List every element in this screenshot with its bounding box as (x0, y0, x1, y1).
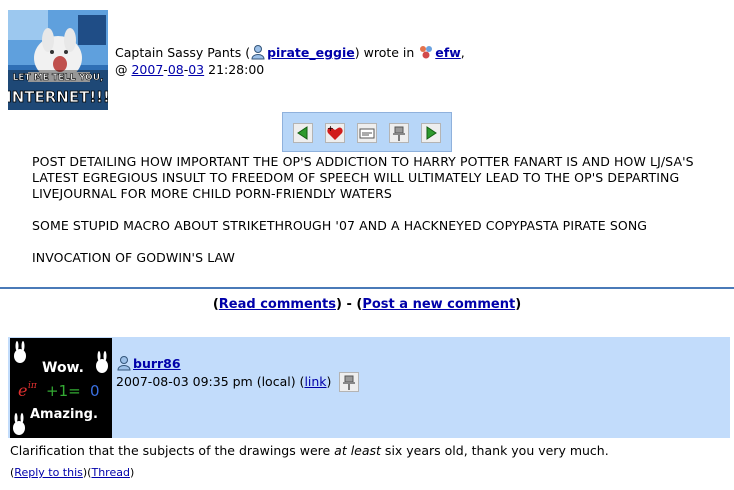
track-comment-button[interactable] (339, 372, 360, 392)
comment-permalink[interactable]: link (304, 374, 326, 389)
read-comments-link[interactable]: Read comments (219, 297, 336, 312)
comment-username-link[interactable]: burr86 (133, 356, 181, 371)
post-comment-link[interactable]: Post a new comment (362, 297, 515, 312)
entry-toolbar: + (282, 112, 452, 152)
add-to-memories-button[interactable]: + (325, 123, 345, 143)
reply-link[interactable]: Reply to this (14, 466, 83, 479)
heart-plus-icon: + (327, 124, 343, 140)
community-icon[interactable] (418, 44, 434, 60)
tell-a-friend-button[interactable] (357, 123, 377, 143)
user-icon[interactable] (250, 44, 266, 60)
comment-author: burr86 (116, 355, 181, 371)
date-day-link[interactable]: 03 (188, 62, 204, 77)
post-paragraph: INVOCATION OF GODWIN'S LAW (32, 250, 235, 265)
separator-line (0, 287, 734, 289)
community-link[interactable]: efw (435, 45, 460, 60)
entry-date: @ 2007-08-03 21:28:00 (115, 62, 265, 77)
svg-text:iπ: iπ (28, 381, 38, 391)
svg-text:+: + (327, 124, 334, 133)
svg-text:e: e (18, 381, 27, 400)
pushpin-icon (393, 126, 405, 141)
entry-time: 21:28:00 (204, 62, 265, 77)
poster-name: Captain Sassy Pants (115, 45, 242, 60)
date-month-link[interactable]: 08 (168, 62, 184, 77)
previous-entry-button[interactable] (293, 123, 313, 143)
entry-userpic: LET ME TELL YOU, INTERNET!!! (8, 10, 108, 110)
post-paragraph: SOME STUPID MACRO ABOUT STRIKETHROUGH '0… (32, 218, 648, 233)
svg-text:0: 0 (90, 382, 100, 400)
date-year-link[interactable]: 2007 (131, 62, 163, 77)
envelope-icon (359, 128, 375, 139)
comment-actions: (Reply to this)(Thread) (10, 466, 135, 479)
track-button[interactable] (389, 123, 409, 143)
thread-link[interactable]: Thread (91, 466, 129, 479)
comment-date: 2007-08-03 09:35 pm (local) (link) (116, 372, 360, 392)
svg-text:+1=: +1= (46, 382, 81, 400)
comment-links: (Read comments) - (Post a new comment) (212, 297, 522, 312)
post-body: POST DETAILING HOW IMPORTANT THE OP'S AD… (32, 154, 722, 282)
userpic-amazing: Amazing. (30, 407, 98, 422)
next-entry-button[interactable] (421, 123, 441, 143)
username-link[interactable]: pirate_eggie (267, 45, 355, 60)
userpic-caption-top: LET ME TELL YOU, (13, 73, 104, 83)
left-arrow-icon (297, 126, 308, 140)
comment-text: Clarification that the subjects of the d… (10, 443, 609, 458)
comment-userpic: Wow. e iπ +1= 0 Amazing. (10, 338, 112, 438)
userpic-caption-bottom: INTERNET!!! (8, 88, 108, 106)
user-icon[interactable] (116, 355, 132, 371)
entry-header: Captain Sassy Pants (pirate_eggie) wrote… (115, 44, 465, 77)
userpic-wow: Wow. (42, 360, 84, 376)
post-paragraph: POST DETAILING HOW IMPORTANT THE OP'S AD… (32, 154, 694, 201)
pushpin-icon (343, 375, 356, 390)
right-arrow-icon (426, 126, 437, 140)
